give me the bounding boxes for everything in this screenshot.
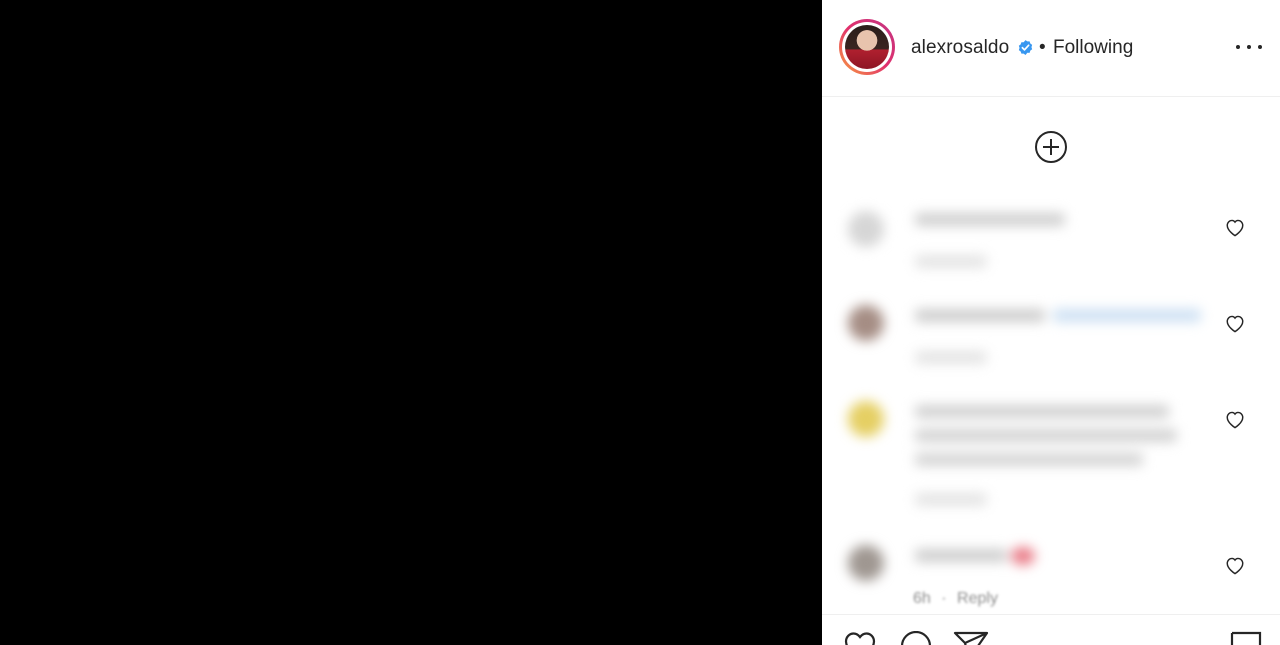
comment-avatar[interactable] [848,305,884,341]
comment-text-redacted [915,549,1007,562]
plus-circle-icon[interactable] [1034,130,1068,164]
comment-avatar[interactable] [848,545,884,581]
comment-text-redacted [915,453,1143,466]
comment-text-redacted [915,213,1065,226]
more-dot [1258,45,1262,49]
comment-item [840,285,1212,381]
comment-time: 6h [913,590,931,607]
paper-plane-icon[interactable] [953,631,989,645]
comments-panel: alexrosaldo • Following 6h · Reply [822,0,1280,645]
heart-icon[interactable] [1224,409,1246,429]
post-media[interactable] [0,0,822,645]
comment-avatar[interactable] [848,211,884,247]
more-options-icon[interactable] [1236,37,1262,57]
heart-icon[interactable] [1224,555,1246,575]
username-link[interactable]: alexrosaldo [911,37,1009,59]
comment-item [840,525,1212,605]
post-action-bar [822,614,1280,645]
verified-badge-icon [1018,40,1033,55]
heart-icon[interactable] [842,631,878,645]
comment-text-redacted [915,309,1045,322]
avatar[interactable] [839,19,895,75]
comment-avatar[interactable] [848,401,884,437]
comment-mention-redacted [1053,309,1201,322]
heart-icon[interactable] [1224,313,1246,333]
more-dot [1247,45,1251,49]
post-viewer: alexrosaldo • Following 6h · Reply [0,0,1280,645]
post-header: alexrosaldo • Following [822,0,1280,97]
comment-meta-redacted [915,255,987,268]
comment-text-redacted [915,405,1169,418]
avatar-border [842,22,892,72]
bookmark-icon[interactable] [1228,631,1264,645]
reply-link[interactable]: Reply [957,590,998,607]
heart-icon[interactable] [1224,217,1246,237]
comment-meta-dot: · [941,590,947,607]
avatar-photo [845,25,889,69]
more-dot [1236,45,1240,49]
comment-text-redacted [915,429,1177,442]
comment-icon[interactable] [898,631,934,645]
comment-meta-partial: 6h · Reply [913,590,998,608]
comment-item [840,381,1212,525]
comment-item [840,185,1212,285]
comment-list [840,185,1212,605]
comment-meta-redacted [915,351,987,364]
following-button[interactable]: Following [1053,37,1133,59]
comment-meta-redacted [915,493,987,506]
comment-emoji-redacted [1011,547,1035,565]
header-separator: • [1039,37,1046,58]
